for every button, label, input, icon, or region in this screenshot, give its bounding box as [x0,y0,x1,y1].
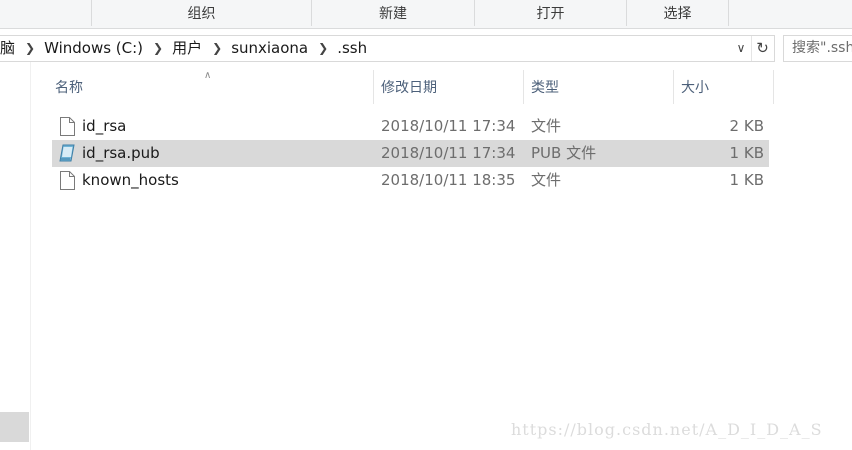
column-header-date[interactable]: 修改日期 [377,73,521,103]
breadcrumb: 脑 ❯ Windows (C:) ❯ 用户 ❯ sunxiaona ❯ .ssh [0,36,367,61]
chevron-right-icon[interactable]: ❯ [212,36,222,61]
file-modified-date: 2018/10/11 17:34 [381,144,516,162]
file-modified-date: 2018/10/11 18:35 [381,171,516,189]
refresh-icon[interactable]: ↻ [751,36,773,61]
file-size: 1 KB [729,144,764,162]
pub-file-icon [59,144,75,162]
file-row[interactable]: id_rsa 2018/10/11 17:34 文件 2 KB [52,113,769,140]
file-name: known_hosts [82,171,179,189]
address-bar[interactable]: 脑 ❯ Windows (C:) ❯ 用户 ❯ sunxiaona ❯ .ssh ∨ ↻ [0,35,775,62]
search-input[interactable]: 搜索".ssh" [783,35,852,62]
column-divider[interactable] [373,70,374,104]
column-header-type[interactable]: 类型 [527,73,671,103]
ribbon-group-new: 新建 [379,6,407,22]
chevron-right-icon[interactable]: ❯ [153,36,163,61]
chevron-down-icon[interactable]: ∨ [732,36,750,61]
file-modified-date: 2018/10/11 17:34 [381,117,516,135]
breadcrumb-item-users[interactable]: 用户 [172,36,202,61]
file-name: id_rsa [82,117,127,135]
watermark-text: https://blog.csdn.net/A_D_I_D_A_S [511,420,823,439]
file-icon [60,117,75,136]
ribbon-group-organize: 组织 [187,6,216,22]
file-icon [60,171,75,190]
file-size: 2 KB [729,117,764,135]
chevron-right-icon[interactable]: ❯ [25,36,35,61]
breadcrumb-item-this-pc[interactable]: 脑 [0,36,15,61]
column-header-size[interactable]: 大小 [677,73,773,103]
ribbon-group-labels: 组织 新建 打开 选择 [0,0,852,29]
ribbon-separator [728,0,729,26]
breadcrumb-item-ssh[interactable]: .ssh [337,36,367,61]
sort-ascending-icon: ∧ [204,70,212,81]
column-divider[interactable] [673,70,674,104]
navigation-pane[interactable] [0,62,31,450]
file-type: PUB 文件 [531,144,597,162]
file-row[interactable]: known_hosts 2018/10/11 18:35 文件 1 KB [52,167,769,194]
nav-pane-selected-item[interactable] [0,412,29,442]
chevron-right-icon[interactable]: ❯ [318,36,328,61]
breadcrumb-item-drive[interactable]: Windows (C:) [44,36,143,61]
file-type: 文件 [531,117,562,135]
file-type: 文件 [531,171,562,189]
breadcrumb-item-user[interactable]: sunxiaona [231,36,308,61]
column-divider[interactable] [523,70,524,104]
file-row-selected[interactable]: id_rsa.pub 2018/10/11 17:34 PUB 文件 1 KB [52,140,769,167]
column-divider[interactable] [773,70,774,104]
file-size: 1 KB [729,171,764,189]
ribbon-group-select: 选择 [663,6,692,22]
file-name: id_rsa.pub [82,144,160,162]
ribbon-group-open: 打开 [536,6,565,22]
